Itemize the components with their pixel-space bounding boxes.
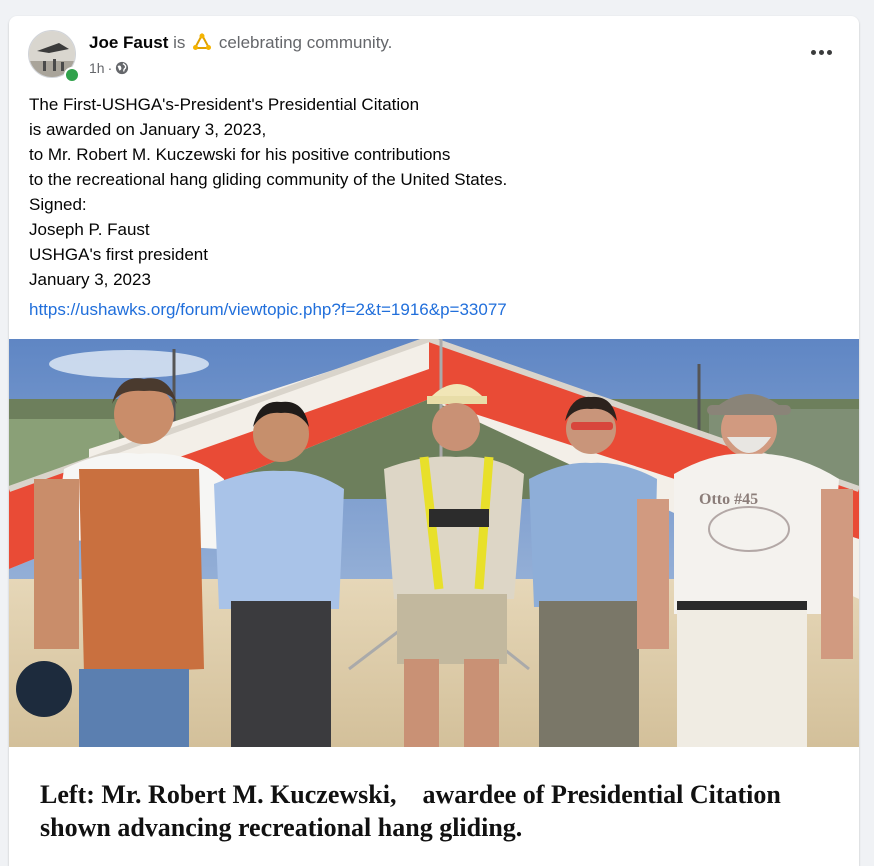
post-text-line: January 3, 2023 bbox=[29, 270, 151, 289]
image-caption: Left: Mr. Robert M. Kuczewski, awardee o… bbox=[40, 778, 781, 844]
caption-line: shown advancing recreational hang glidin… bbox=[40, 813, 523, 842]
image-caption-area: Left: Mr. Robert M. Kuczewski, awardee o… bbox=[9, 747, 859, 866]
post-photo[interactable]: Otto #45 bbox=[9, 339, 859, 747]
author-name[interactable]: Joe Faust bbox=[89, 33, 168, 52]
post-timestamp[interactable]: 1h bbox=[89, 60, 105, 76]
post-text-line: USHGA's first president bbox=[29, 245, 208, 264]
post-body: The First-USHGA's-President's Presidenti… bbox=[29, 92, 507, 292]
caption-line: Left: Mr. Robert M. Kuczewski, awardee o… bbox=[40, 780, 781, 809]
activity-text[interactable]: celebrating community. bbox=[219, 33, 393, 52]
post-header: Joe Faust is celebrating community. 1h · bbox=[9, 16, 859, 88]
post-meta: 1h · bbox=[89, 60, 129, 76]
shirt-text: Otto #45 bbox=[699, 491, 758, 508]
post-author-line: Joe Faust is celebrating community. bbox=[89, 33, 392, 53]
celebrate-icon bbox=[193, 33, 212, 50]
more-options-icon[interactable] bbox=[803, 38, 839, 66]
post-text-line: is awarded on January 3, 2023, bbox=[29, 120, 267, 139]
post-card: Joe Faust is celebrating community. 1h · bbox=[9, 16, 859, 866]
activity-prefix: is bbox=[173, 33, 186, 52]
post-text-line: Signed: bbox=[29, 195, 87, 214]
online-status-dot bbox=[64, 67, 80, 83]
post-text-line: to Mr. Robert M. Kuczewski for his posit… bbox=[29, 145, 451, 164]
post-link[interactable]: https://ushawks.org/forum/viewtopic.php?… bbox=[29, 300, 507, 320]
globe-icon[interactable] bbox=[115, 61, 129, 75]
meta-separator: · bbox=[107, 60, 113, 76]
post-text-line: Joseph P. Faust bbox=[29, 220, 150, 239]
post-text-line: to the recreational hang gliding communi… bbox=[29, 170, 508, 189]
post-text-line: The First-USHGA's-President's Presidenti… bbox=[29, 95, 420, 114]
